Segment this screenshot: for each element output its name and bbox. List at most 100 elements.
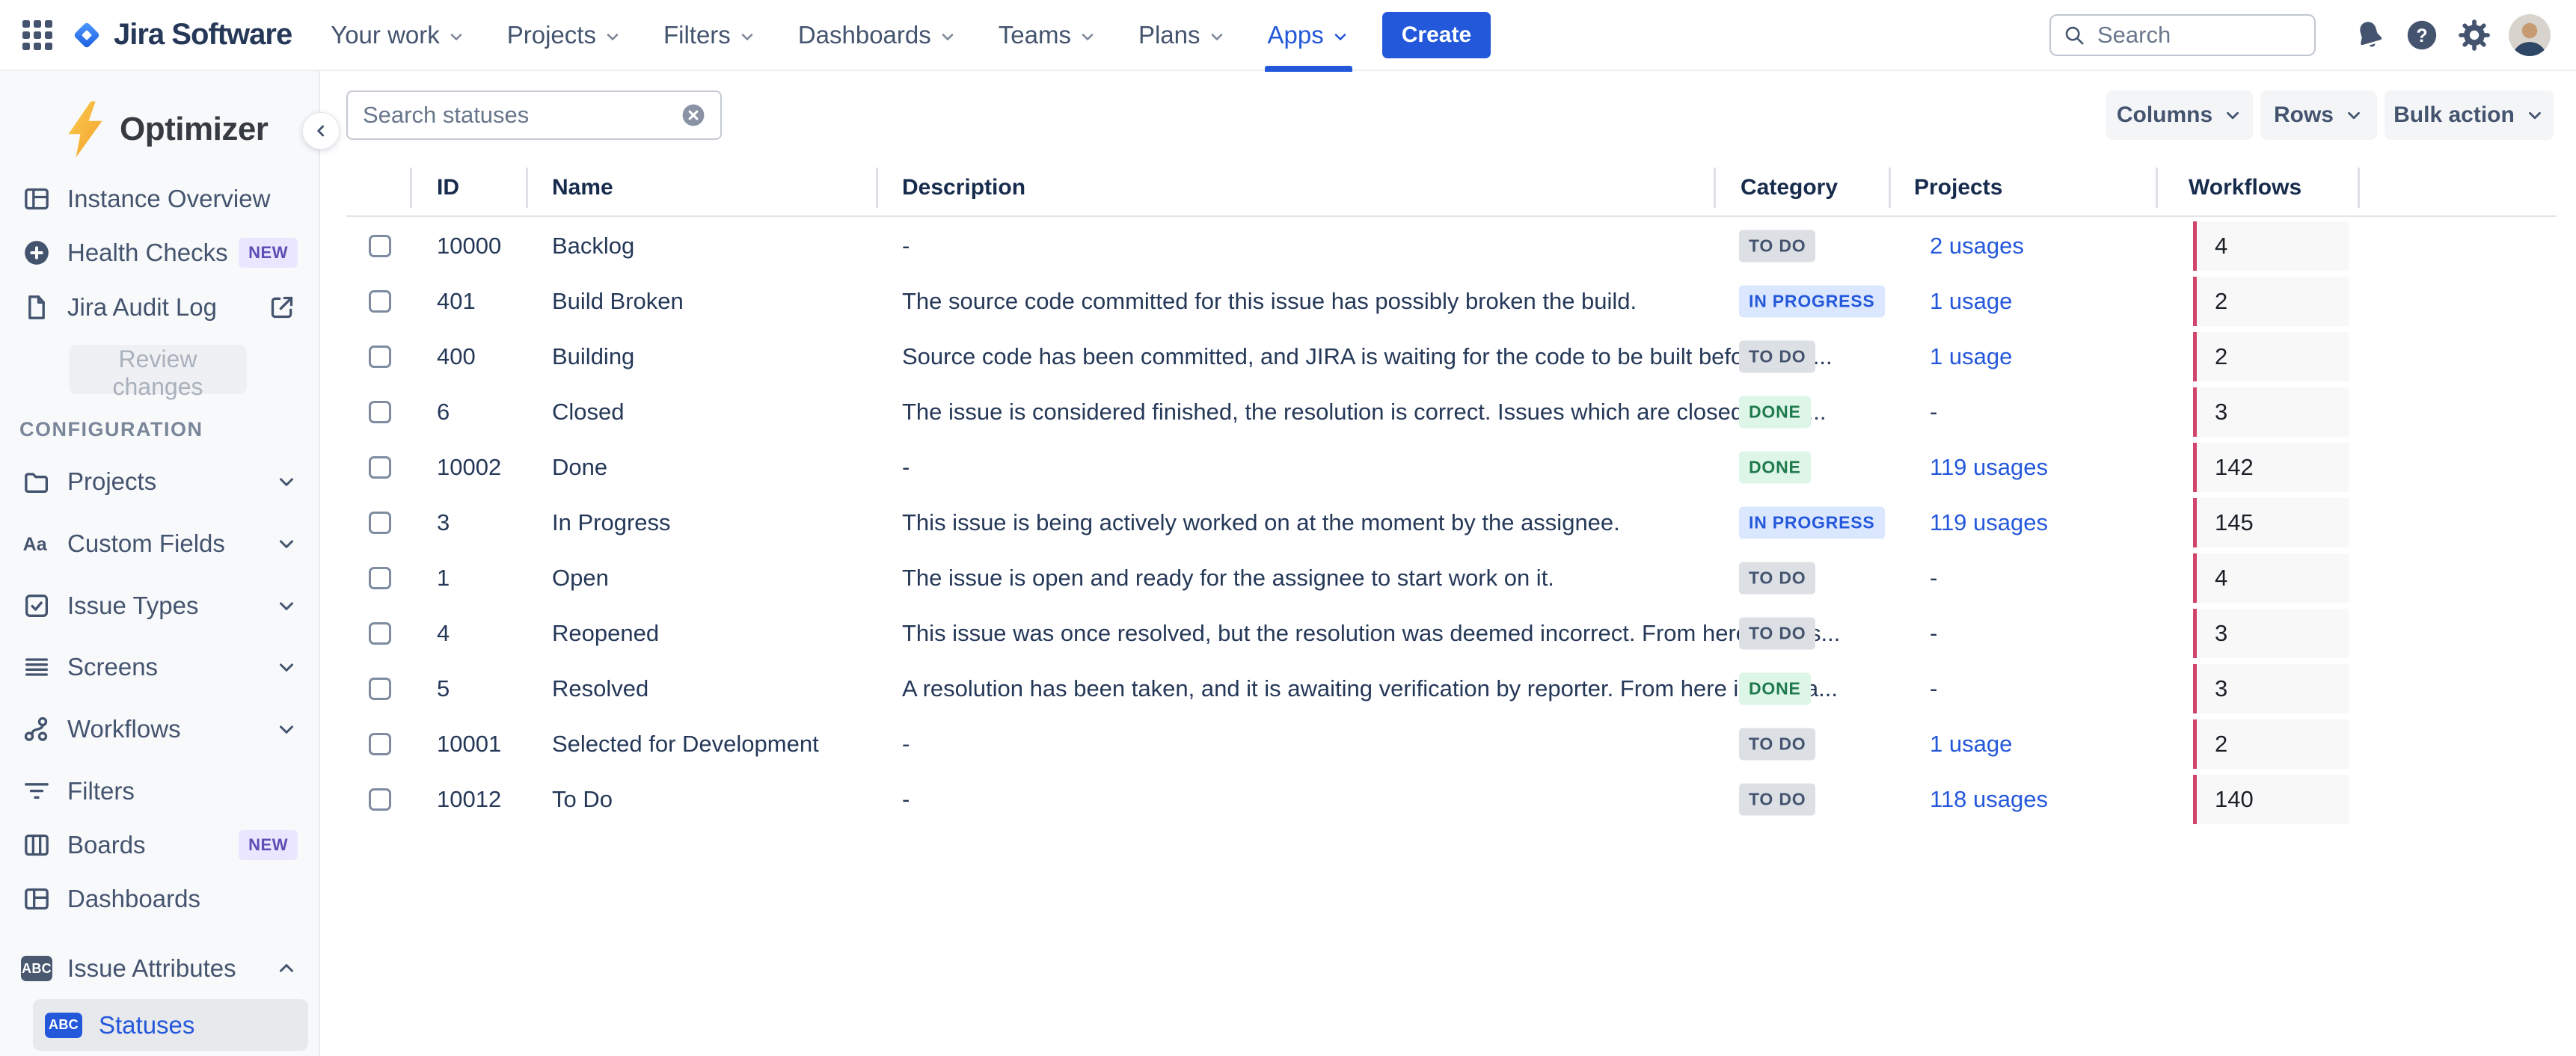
settings-gear-icon[interactable] — [2455, 16, 2494, 55]
sidebar-item-label: Projects — [67, 467, 156, 496]
table-row-backlog: 10000 Backlog - TO DO 2 usages 4 — [320, 218, 2576, 274]
category-badge: IN PROGRESS — [1739, 286, 1885, 318]
sidebar-item-statuses[interactable]: ABC Statuses — [33, 999, 308, 1051]
cell-id: 400 — [437, 343, 476, 370]
row-checkbox[interactable] — [369, 733, 391, 755]
review-changes-button[interactable]: Review changes — [69, 345, 247, 394]
nav-item-apps[interactable]: Apps — [1268, 0, 1349, 70]
projects-usage-link[interactable]: 1 usage — [1930, 288, 2012, 315]
sidebar-item-trailing — [275, 532, 298, 555]
document-icon — [21, 292, 52, 323]
row-checkbox[interactable] — [369, 401, 391, 423]
nav-item-label: Teams — [999, 21, 1071, 49]
category-badge: DONE — [1739, 452, 1811, 484]
nav-item-teams[interactable]: Teams — [999, 0, 1097, 70]
nav-item-filters[interactable]: Filters — [663, 0, 756, 70]
jira-logo[interactable]: Jira Software — [70, 18, 292, 52]
nav-item-plans[interactable]: Plans — [1138, 0, 1226, 70]
external-link-icon — [266, 292, 298, 323]
row-checkbox[interactable] — [369, 290, 391, 313]
chevron-down-icon — [275, 656, 298, 678]
nav-item-label: Dashboards — [798, 21, 931, 49]
sidebar-item-trailing — [275, 656, 298, 678]
row-checkbox[interactable] — [369, 678, 391, 700]
nav-item-label: Apps — [1268, 21, 1324, 49]
column-header-projects: Projects — [1914, 175, 2002, 200]
row-checkbox[interactable] — [369, 235, 391, 257]
help-icon[interactable]: ? — [2402, 16, 2441, 55]
workflows-count: 142 — [2215, 454, 2254, 481]
clear-search-icon[interactable] — [680, 102, 707, 129]
workflows-count: 4 — [2215, 233, 2227, 260]
filter-icon — [21, 776, 52, 807]
table-row-reopened: 4 Reopened This issue was once resolved,… — [320, 606, 2576, 661]
projects-usage-link[interactable]: 119 usages — [1930, 454, 2048, 481]
row-checkbox[interactable] — [369, 346, 391, 368]
sidebar-item-issue-types[interactable]: Issue Types — [0, 579, 319, 633]
workflow-icon — [21, 713, 52, 745]
projects-usage-link[interactable]: 119 usages — [1930, 509, 2048, 536]
cell-projects-empty: - — [1930, 399, 1937, 426]
sidebar-item-custom-fields[interactable]: Aa Custom Fields — [0, 517, 319, 571]
row-checkbox[interactable] — [369, 622, 391, 645]
search-statuses-input[interactable] — [361, 101, 680, 129]
folder-icon — [21, 466, 52, 497]
logo-text: Jira Software — [114, 18, 292, 52]
projects-usage-link[interactable]: 1 usage — [1930, 343, 2012, 370]
cell-name: Selected for Development — [552, 731, 819, 758]
cell-name: In Progress — [552, 509, 671, 536]
row-checkbox[interactable] — [369, 512, 391, 534]
nav-item-your-work[interactable]: Your work — [331, 0, 465, 70]
column-separator — [2156, 168, 2158, 208]
projects-usage-link[interactable]: 118 usages — [1930, 786, 2048, 813]
sidebar-collapse-button[interactable] — [302, 112, 340, 150]
table-row-done: 10002 Done - DONE 119 usages 142 — [320, 440, 2576, 495]
sidebar-item-workflows[interactable]: Workflows — [0, 702, 319, 756]
column-header-category: Category — [1741, 175, 1838, 200]
chevron-down-icon — [447, 28, 465, 46]
workflows-count: 3 — [2215, 399, 2227, 426]
user-avatar[interactable] — [2509, 14, 2551, 56]
sidebar-item-boards[interactable]: Boards NEW — [0, 818, 319, 872]
bulk-action-button[interactable]: Bulk action — [2385, 90, 2554, 140]
sidebar-item-screens[interactable]: Screens — [0, 640, 319, 694]
sidebar-item-health-checks[interactable]: Health Checks NEW — [0, 226, 319, 280]
rows-button[interactable]: Rows — [2260, 90, 2377, 140]
sidebar-item-instance-overview[interactable]: Instance Overview — [0, 172, 319, 226]
cell-description: Source code has been committed, and JIRA… — [902, 343, 1833, 370]
columns-icon — [21, 829, 52, 861]
column-header-id: ID — [437, 175, 459, 200]
category-badge: TO DO — [1739, 562, 1815, 595]
row-checkbox[interactable] — [369, 788, 391, 811]
table-row-to-do: 10012 To Do - TO DO 118 usages 140 — [320, 772, 2576, 827]
chevron-down-icon — [275, 718, 298, 740]
nav-item-projects[interactable]: Projects — [507, 0, 622, 70]
chevron-down-icon — [939, 28, 957, 46]
sidebar-item-projects[interactable]: Projects — [0, 455, 319, 509]
projects-usage-link[interactable]: 2 usages — [1930, 233, 2024, 260]
cell-id: 5 — [437, 675, 450, 702]
sidebar-item-issue-attributes[interactable]: ABC Issue Attributes — [0, 942, 319, 995]
sidebar-item-jira-audit-log[interactable]: Jira Audit Log — [0, 280, 319, 334]
columns-button[interactable]: Columns — [2106, 90, 2253, 140]
cell-description: - — [902, 731, 910, 758]
chevron-down-icon — [275, 470, 298, 493]
row-checkbox[interactable] — [369, 567, 391, 589]
configuration-section-label: CONFIGURATION — [19, 418, 203, 441]
chevron-down-icon — [1331, 28, 1349, 46]
nav-item-dashboards[interactable]: Dashboards — [798, 0, 957, 70]
column-header-workflows: Workflows — [2189, 175, 2301, 200]
sidebar-item-trailing: NEW — [239, 238, 298, 268]
column-separator — [876, 168, 878, 208]
sidebar-item-dashboards[interactable]: Dashboards — [0, 872, 319, 926]
column-separator — [1714, 168, 1716, 208]
global-search-input[interactable]: Search — [2049, 14, 2316, 56]
sidebar-item-filters[interactable]: Filters — [0, 764, 319, 818]
projects-usage-link[interactable]: 1 usage — [1930, 731, 2012, 758]
cell-name: Done — [552, 454, 607, 481]
workflows-count: 145 — [2215, 509, 2254, 536]
notifications-bell-icon[interactable] — [2350, 16, 2389, 55]
app-switcher-icon[interactable] — [22, 20, 52, 50]
row-checkbox[interactable] — [369, 456, 391, 479]
create-button[interactable]: Create — [1382, 12, 1491, 58]
